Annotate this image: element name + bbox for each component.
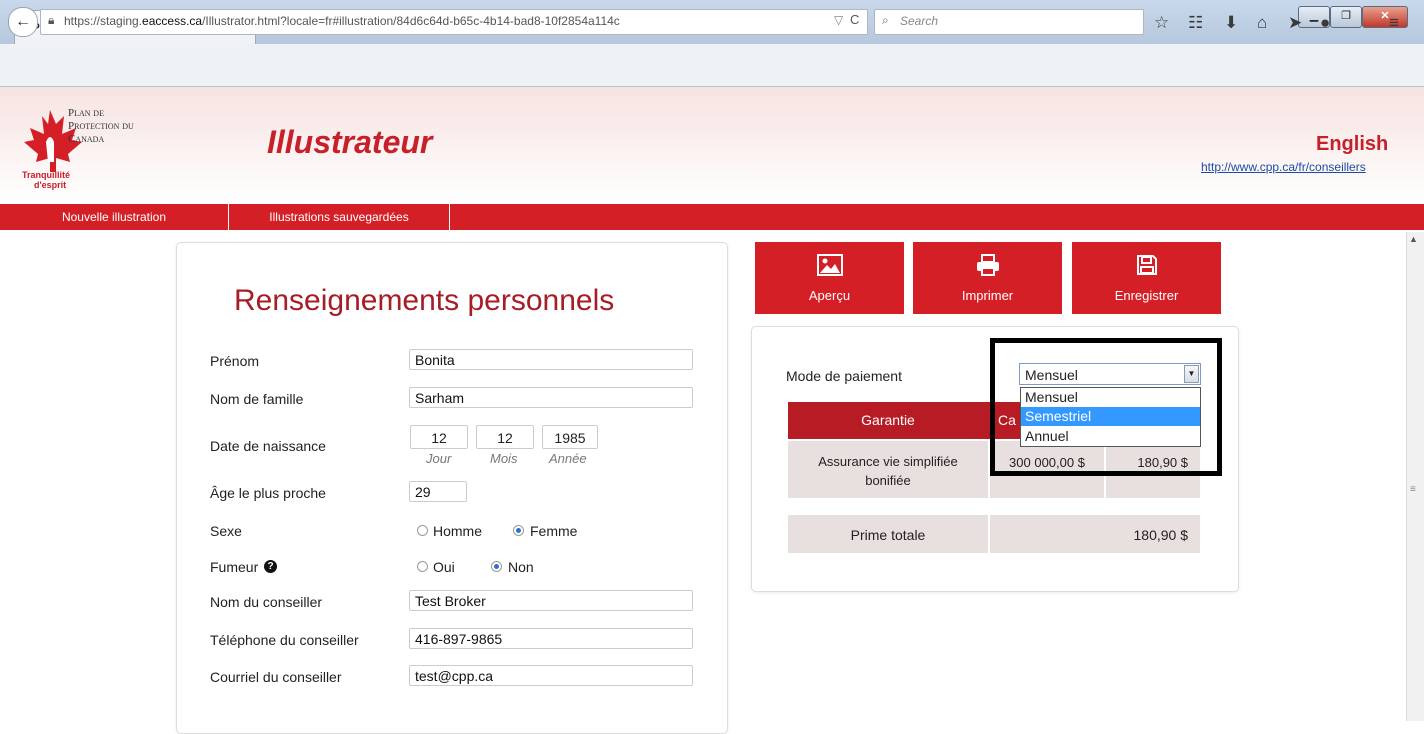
tagline-line-2: d'esprit bbox=[34, 180, 67, 190]
advisor-email-field[interactable]: test@cpp.ca bbox=[409, 665, 693, 686]
lock-icon: 🔒︎ bbox=[48, 13, 55, 27]
sex-male-radio[interactable] bbox=[417, 525, 428, 536]
advisor-phone-field[interactable]: 416-897-9865 bbox=[409, 628, 693, 649]
day-caption: Jour bbox=[426, 451, 452, 466]
menu-icon[interactable]: ≡ bbox=[1389, 13, 1399, 33]
star-icon[interactable]: ☆ bbox=[1154, 13, 1169, 33]
annotation-highlight-box bbox=[990, 338, 1222, 476]
age-field[interactable]: 29 bbox=[409, 481, 467, 502]
save-button[interactable]: Enregistrer bbox=[1072, 242, 1221, 314]
total-premium-label: Prime totale bbox=[850, 527, 926, 543]
sex-label: Sexe bbox=[210, 523, 242, 539]
dob-day-field[interactable]: 12 bbox=[410, 425, 468, 449]
language-link[interactable]: English bbox=[1316, 133, 1388, 156]
url-text[interactable]: https://staging.eaccess.ca/Illustrator.h… bbox=[64, 14, 620, 28]
last-name-label: Nom de famille bbox=[210, 391, 304, 407]
preview-button[interactable]: Aperçu bbox=[755, 242, 904, 314]
url-history-dropdown-icon[interactable]: ▽ bbox=[834, 13, 843, 27]
total-premium-value: 180,90 $ bbox=[1133, 527, 1189, 543]
page-scrollbar[interactable] bbox=[1406, 232, 1424, 721]
smoker-yes-label[interactable]: Oui bbox=[433, 559, 455, 575]
advisor-phone-label: Téléphone du conseiller bbox=[210, 632, 359, 648]
dob-year-field[interactable]: 1985 bbox=[542, 425, 598, 449]
advisor-email-label: Courriel du conseiller bbox=[210, 669, 342, 685]
logo-tagline: Tranquillité d'esprit bbox=[22, 170, 70, 190]
print-label: Imprimer bbox=[961, 288, 1014, 303]
download-icon[interactable]: ⬇ bbox=[1224, 13, 1238, 33]
printer-icon bbox=[913, 254, 1062, 282]
tagline-line-1: Tranquillité bbox=[22, 170, 71, 180]
first-name-label: Prénom bbox=[210, 353, 260, 369]
advisors-site-link[interactable]: http://www.cpp.ca/fr/conseillers bbox=[1201, 160, 1366, 174]
print-button[interactable]: Imprimer bbox=[913, 242, 1062, 314]
advisor-name-field[interactable]: Test Broker bbox=[409, 590, 693, 611]
url-prefix: https://staging. bbox=[64, 14, 143, 28]
save-label: Enregistrer bbox=[1114, 288, 1179, 303]
column-header-coverage: Garantie bbox=[861, 412, 915, 428]
image-icon bbox=[755, 254, 904, 282]
scrollbar-grip-icon[interactable]: ≡ bbox=[1410, 484, 1416, 495]
dob-label: Date de naissance bbox=[210, 438, 326, 454]
year-caption: Année bbox=[549, 451, 587, 466]
logo-line-2: Protection du bbox=[68, 120, 134, 132]
coverage-name: Assurance vie simplifiée bonifiée bbox=[788, 452, 988, 490]
send-icon[interactable]: ➤ bbox=[1288, 13, 1302, 33]
advisor-name-label: Nom du conseiller bbox=[210, 594, 323, 610]
coverage-name-line-2: bonifiée bbox=[865, 473, 911, 488]
reading-list-icon[interactable]: ☷ bbox=[1188, 13, 1203, 33]
month-caption: Mois bbox=[490, 451, 518, 466]
search-icon: ⌕ bbox=[882, 13, 889, 27]
logo-line-1: Plan de bbox=[68, 107, 104, 119]
logo-line-3: Canada bbox=[68, 133, 105, 145]
last-name-field[interactable]: Sarham bbox=[409, 387, 693, 408]
url-domain: eaccess.ca bbox=[142, 14, 203, 28]
smoker-yes-radio[interactable] bbox=[417, 561, 428, 572]
nav-saved-illustrations[interactable]: Illustrations sauvegardées bbox=[229, 204, 450, 230]
smoker-no-radio[interactable] bbox=[491, 561, 502, 572]
form-title: Renseignements personnels bbox=[234, 284, 615, 317]
close-window-button[interactable]: ✕ bbox=[1362, 6, 1408, 28]
sex-male-label[interactable]: Homme bbox=[433, 523, 482, 539]
first-name-field[interactable]: Bonita bbox=[409, 349, 693, 370]
url-path: /Illustrator.html?locale=fr#illustration… bbox=[202, 14, 620, 28]
preview-label: Aperçu bbox=[808, 288, 851, 303]
age-label: Âge le plus proche bbox=[210, 485, 326, 501]
reload-icon[interactable]: C bbox=[850, 12, 859, 27]
browser-navigation-bar bbox=[0, 44, 1424, 87]
scroll-up-icon[interactable]: ▲ bbox=[1409, 234, 1418, 244]
chat-icon[interactable]: ● bbox=[1320, 13, 1330, 33]
smoker-no-label[interactable]: Non bbox=[508, 559, 534, 575]
sex-female-radio[interactable] bbox=[513, 525, 524, 536]
smoker-label: Fumeur bbox=[210, 559, 259, 575]
back-button[interactable]: ← bbox=[8, 7, 38, 37]
logo-text: Plan de Protection du Canada bbox=[68, 107, 134, 146]
floppy-disk-icon bbox=[1072, 254, 1221, 282]
coverage-name-line-1: Assurance vie simplifiée bbox=[818, 454, 958, 469]
dob-month-field[interactable]: 12 bbox=[476, 425, 534, 449]
app-title: Illustrateur bbox=[267, 124, 433, 160]
help-icon[interactable]: ? bbox=[264, 560, 277, 573]
maximize-button[interactable]: ❐ bbox=[1330, 6, 1362, 28]
payment-mode-label: Mode de paiement bbox=[786, 368, 902, 384]
sex-female-label[interactable]: Femme bbox=[530, 523, 577, 539]
page-header bbox=[0, 87, 1424, 204]
home-icon[interactable]: ⌂ bbox=[1257, 13, 1267, 33]
nav-new-illustration[interactable]: Nouvelle illustration bbox=[0, 204, 229, 230]
search-placeholder: Search bbox=[900, 14, 939, 28]
